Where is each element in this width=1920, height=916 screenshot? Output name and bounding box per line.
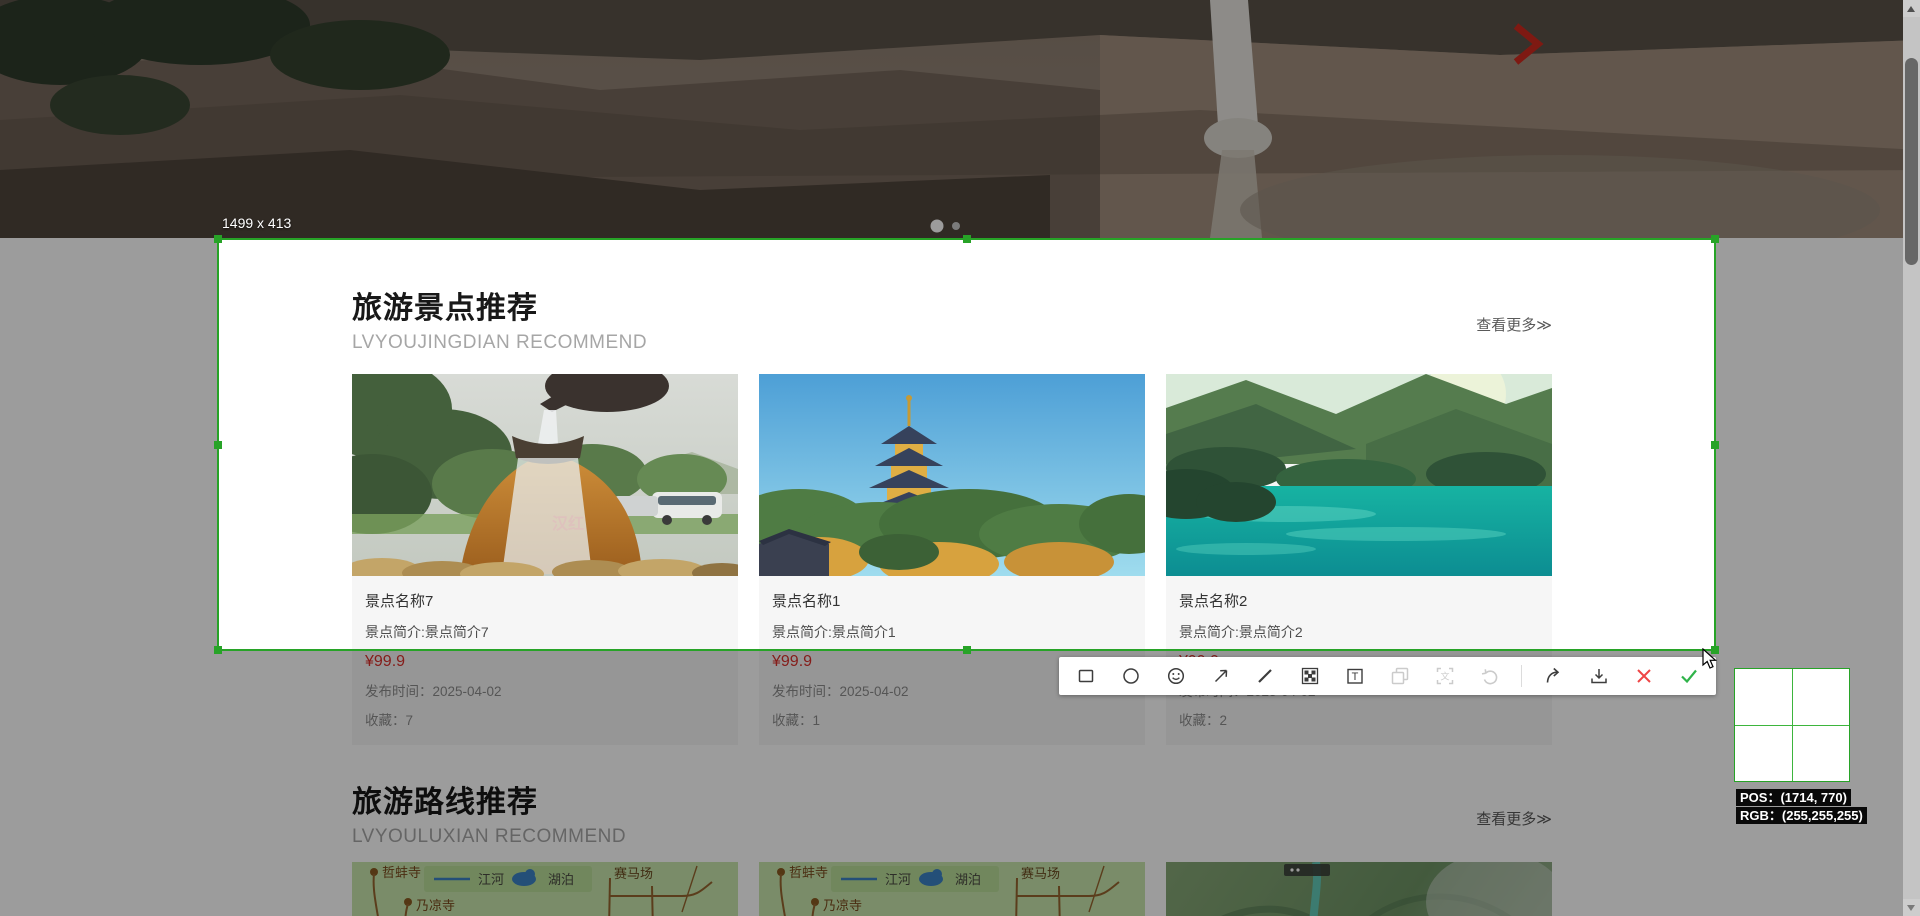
undo-icon: [1481, 669, 1497, 685]
dim-overlay-right: [1716, 238, 1920, 651]
selection-handle-top-left[interactable]: [214, 235, 222, 243]
emoji-icon: [1167, 667, 1184, 685]
scrollbar-up-arrow[interactable]: [1903, 0, 1920, 17]
selection-handle-top-middle[interactable]: [962, 235, 971, 243]
cursor-position-readout: POS：(1714, 770): [1736, 789, 1851, 806]
toolbar-divider: [1521, 665, 1523, 687]
check-icon: [1681, 669, 1697, 684]
close-icon: [1637, 669, 1651, 683]
scrollbar-thumb[interactable]: [1905, 58, 1918, 265]
capture-selection-region[interactable]: [214, 235, 1719, 654]
text-icon: T: [1347, 668, 1363, 684]
arrow-icon: [1214, 669, 1227, 683]
text-tool-button[interactable]: T: [1342, 663, 1368, 689]
selection-handle-top-right[interactable]: [1711, 235, 1719, 243]
cancel-capture-button[interactable]: [1631, 663, 1657, 689]
rectangle-tool-button[interactable]: [1073, 663, 1099, 689]
selection-handle-middle-right[interactable]: [1711, 440, 1719, 449]
selection-size-label: 1499 x 413: [222, 215, 292, 231]
magnifier-crosshair-horizontal: [1735, 725, 1849, 726]
confirm-capture-button[interactable]: [1676, 663, 1702, 689]
undo-tool-button-disabled: [1477, 663, 1503, 689]
scrollbar-track[interactable]: [1903, 0, 1920, 916]
pen-tool-button[interactable]: [1252, 663, 1278, 689]
ocr-tool-button-disabled: 文: [1432, 663, 1458, 689]
svg-text:文: 文: [1440, 671, 1449, 682]
ocr-icon: 文: [1436, 667, 1453, 685]
share-icon: [1546, 667, 1560, 683]
pixel-rgb-readout: RGB：(255,255,255): [1736, 807, 1867, 824]
pen-icon: [1258, 669, 1273, 683]
download-icon: [1591, 669, 1607, 684]
selection-handle-bottom-middle[interactable]: [962, 646, 971, 654]
dim-overlay-top: [0, 0, 1920, 238]
screen: 旅游景点推荐 LVYOUJINGDIAN RECOMMEND 查看更多≫ 景点名…: [0, 0, 1920, 916]
magnifier-preview: [1734, 668, 1850, 782]
dim-overlay-left: [0, 238, 217, 651]
arrow-tool-button[interactable]: [1208, 663, 1234, 689]
ellipse-tool-button[interactable]: [1118, 663, 1144, 689]
selection-handle-middle-left[interactable]: [214, 440, 222, 449]
mosaic-tool-button[interactable]: [1297, 663, 1323, 689]
download-tool-button[interactable]: [1586, 663, 1612, 689]
scrollbar-down-arrow[interactable]: [1903, 899, 1920, 916]
pin-icon: [1391, 667, 1409, 685]
mosaic-icon: [1302, 667, 1319, 685]
emoji-tool-button[interactable]: [1163, 663, 1189, 689]
selection-handle-bottom-left[interactable]: [214, 646, 222, 654]
share-tool-button[interactable]: [1541, 663, 1567, 689]
ellipse-icon: [1123, 668, 1139, 684]
pin-tool-button-disabled: [1387, 663, 1413, 689]
mouse-cursor: [1702, 647, 1722, 675]
rectangle-icon: [1078, 669, 1094, 683]
capture-toolbar: T 文: [1059, 657, 1716, 695]
svg-text:T: T: [1352, 671, 1359, 683]
